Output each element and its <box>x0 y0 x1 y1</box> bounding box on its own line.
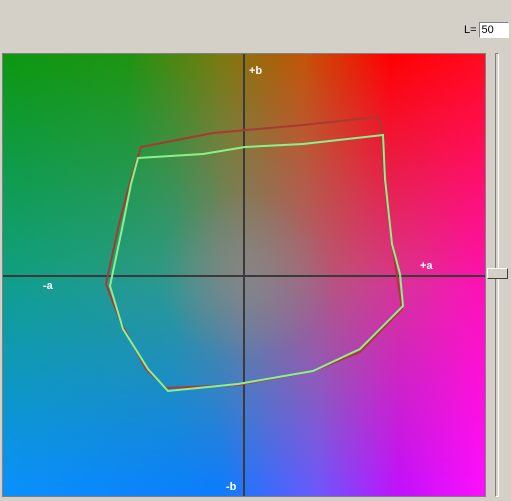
lightness-control: L= <box>464 22 509 38</box>
axis-label-neg-b: -b <box>226 481 237 493</box>
color-plane-svg <box>3 54 485 496</box>
ab-color-plane[interactable]: +b -b +a -a <box>2 53 486 497</box>
lightness-label: L= <box>464 24 477 36</box>
axis-label-pos-b: +b <box>249 65 263 77</box>
axis-label-pos-a: +a <box>420 260 433 272</box>
lightness-input[interactable] <box>478 22 509 38</box>
lightness-slider-thumb[interactable] <box>487 268 508 279</box>
axis-label-neg-a: -a <box>43 280 53 292</box>
